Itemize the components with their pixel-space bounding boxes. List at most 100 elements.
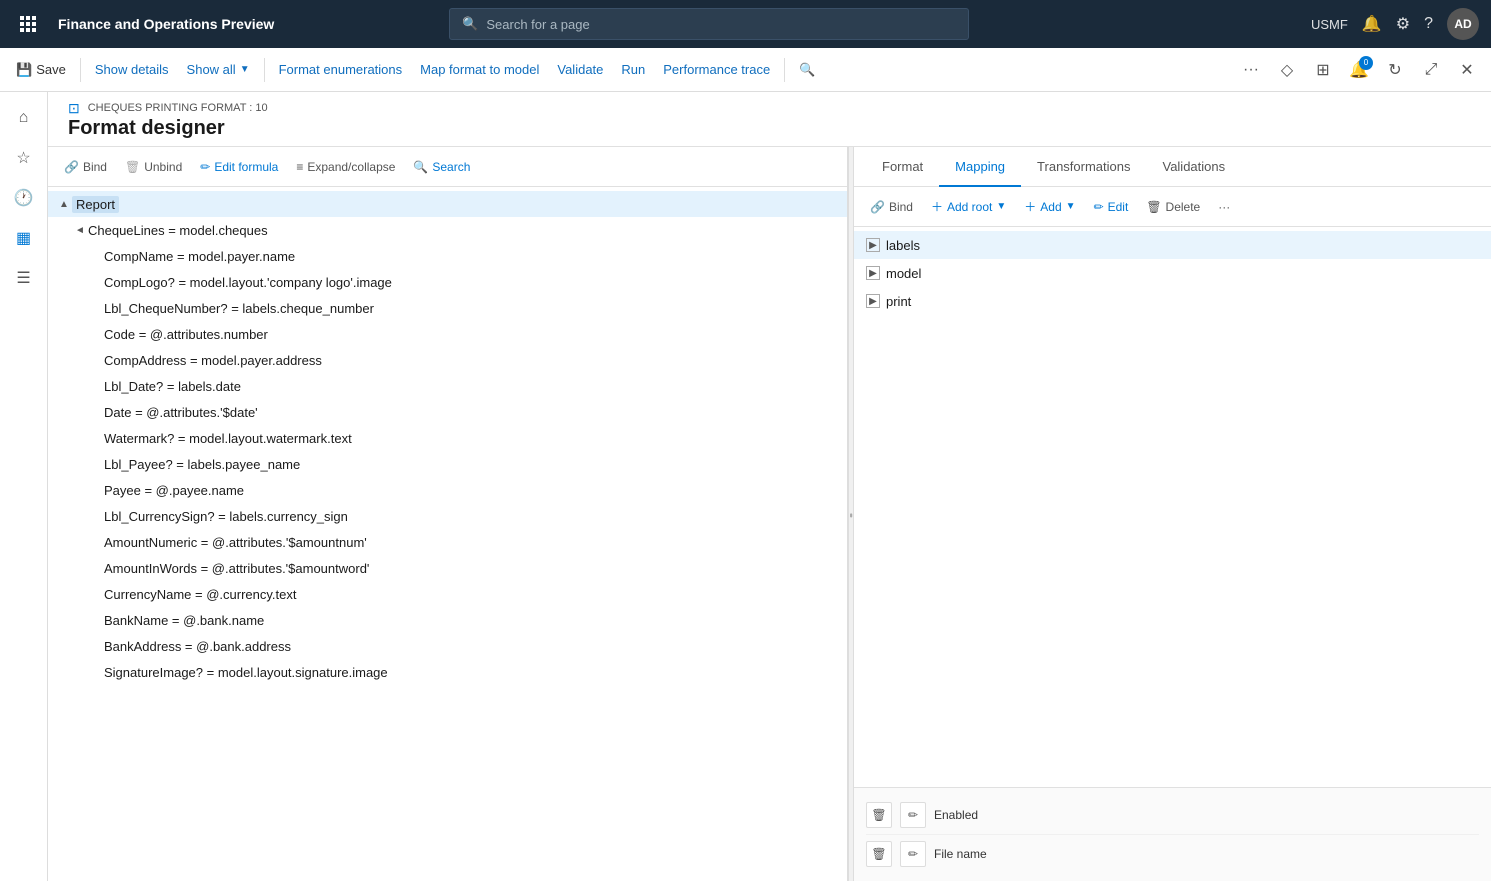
delete-filename-button[interactable]: 🗑: [866, 841, 892, 867]
more-options-icon[interactable]: ···: [1235, 54, 1267, 86]
validate-button[interactable]: Validate: [549, 54, 611, 86]
tree-label-amountNumeric: AmountNumeric = @.attributes.'$amountnum…: [104, 535, 367, 550]
split-icon[interactable]: ⊞: [1307, 54, 1339, 86]
add-root-button[interactable]: ＋ Add root ▼: [923, 193, 1014, 221]
more-button[interactable]: ···: [1210, 193, 1238, 221]
tree-toggle-lblChequeNumber: [88, 300, 104, 316]
expand-icon[interactable]: ⤢: [1415, 54, 1447, 86]
show-all-button[interactable]: Show all ▼: [179, 54, 258, 86]
tree-item-lblDate[interactable]: Lbl_Date? = labels.date: [48, 373, 847, 399]
ds-toggle-labels[interactable]: ▶: [866, 238, 880, 252]
tree-item-compLogo[interactable]: CompLogo? = model.layout.'company logo'.…: [48, 269, 847, 295]
add-button[interactable]: ＋ Add ▼: [1016, 193, 1083, 221]
tree-item-bankName[interactable]: BankName = @.bank.name: [48, 607, 847, 633]
left-panel: 🔗 Bind 🗑 Unbind ✏ Edit formula ≡ Expand/…: [48, 147, 848, 881]
search-icon: 🔍: [462, 16, 478, 32]
datasource-tree: ▶ labels ▶ model ▶ print: [854, 227, 1491, 787]
tree-label-amountInWords: AmountInWords = @.attributes.'$amountwor…: [104, 561, 369, 576]
tab-mapping[interactable]: Mapping: [939, 147, 1021, 187]
filename-label: File name: [934, 847, 987, 861]
help-icon[interactable]: ?: [1424, 15, 1433, 33]
sidebar-item-calendar[interactable]: ▦: [6, 220, 42, 256]
tree-item-chequeLines[interactable]: ◄ ChequeLines = model.cheques: [48, 217, 847, 243]
sidebar-item-home[interactable]: ⌂: [6, 100, 42, 136]
tree-item-report[interactable]: ▲ Report: [48, 191, 847, 217]
tab-validations[interactable]: Validations: [1146, 147, 1241, 187]
tree-item-date[interactable]: Date = @.attributes.'$date': [48, 399, 847, 425]
notification-count: 0: [1359, 56, 1373, 70]
notification-toolbar-icon[interactable]: 🔔 0: [1343, 54, 1375, 86]
sidebar-item-favorites[interactable]: ☆: [6, 140, 42, 176]
tree-item-currencyName[interactable]: CurrencyName = @.currency.text: [48, 581, 847, 607]
settings-icon[interactable]: ⚙: [1396, 14, 1410, 34]
ds-item-model[interactable]: ▶ model: [854, 259, 1491, 287]
tree-toggle-report[interactable]: ▲: [56, 196, 72, 212]
search-panel-button[interactable]: 🔍 Search: [405, 153, 478, 181]
expand-collapse-button[interactable]: ≡ Expand/collapse: [288, 153, 403, 181]
sidebar-item-recent[interactable]: 🕐: [6, 180, 42, 216]
edit-enabled-button[interactable]: ✏: [900, 802, 926, 828]
tab-format[interactable]: Format: [866, 147, 939, 187]
avatar[interactable]: AD: [1447, 8, 1479, 40]
tree-toggle-amountNumeric: [88, 534, 104, 550]
page-title: Format designer: [68, 117, 1471, 140]
tree-item-compName[interactable]: CompName = model.payer.name: [48, 243, 847, 269]
tree-toggle-lblCurrencySign: [88, 508, 104, 524]
run-button[interactable]: Run: [613, 54, 653, 86]
tree-item-compAddress[interactable]: CompAddress = model.payer.address: [48, 347, 847, 373]
page-header: ⊡ CHEQUES PRINTING FORMAT : 10 Format de…: [48, 92, 1491, 147]
tree-toggle-bankName: [88, 612, 104, 628]
edit-icon: ✏: [1094, 200, 1104, 214]
ds-item-labels[interactable]: ▶ labels: [854, 231, 1491, 259]
tree-item-amountNumeric[interactable]: AmountNumeric = @.attributes.'$amountnum…: [48, 529, 847, 555]
grid-icon[interactable]: [12, 8, 44, 40]
tree-item-lblPayee[interactable]: Lbl_Payee? = labels.payee_name: [48, 451, 847, 477]
tree-item-code[interactable]: Code = @.attributes.number: [48, 321, 847, 347]
search-bar[interactable]: 🔍 Search for a page: [449, 8, 969, 40]
app-title: Finance and Operations Preview: [58, 16, 274, 32]
close-toolbar-icon[interactable]: ✕: [1451, 54, 1483, 86]
tree-item-amountInWords[interactable]: AmountInWords = @.attributes.'$amountwor…: [48, 555, 847, 581]
save-button[interactable]: 💾 Save: [8, 54, 74, 86]
bind-button[interactable]: 🔗 Bind: [56, 153, 115, 181]
content-area: ⊡ CHEQUES PRINTING FORMAT : 10 Format de…: [48, 92, 1491, 881]
format-enumerations-button[interactable]: Format enumerations: [271, 54, 411, 86]
pencil-icon: ✏: [200, 160, 210, 174]
tree-label-lblPayee: Lbl_Payee? = labels.payee_name: [104, 457, 300, 472]
diamond-icon[interactable]: ◇: [1271, 54, 1303, 86]
ds-item-print[interactable]: ▶ print: [854, 287, 1491, 315]
unbind-button[interactable]: 🗑 Unbind: [117, 153, 190, 181]
tree-item-payee[interactable]: Payee = @.payee.name: [48, 477, 847, 503]
enabled-label: Enabled: [934, 808, 978, 822]
tree-item-signatureImage[interactable]: SignatureImage? = model.layout.signature…: [48, 659, 847, 685]
main-layout: ⌂ ☆ 🕐 ▦ ☰ ⊡ CHEQUES PRINTING FORMAT : 10…: [0, 92, 1491, 881]
delete-enabled-button[interactable]: 🗑: [866, 802, 892, 828]
delete-button[interactable]: 🗑 Delete: [1138, 193, 1208, 221]
tree-item-lblChequeNumber[interactable]: Lbl_ChequeNumber? = labels.cheque_number: [48, 295, 847, 321]
edit-button[interactable]: ✏ Edit: [1086, 193, 1137, 221]
tree-item-watermark[interactable]: Watermark? = model.layout.watermark.text: [48, 425, 847, 451]
tree-item-bankAddress[interactable]: BankAddress = @.bank.address: [48, 633, 847, 659]
sidebar-item-list[interactable]: ☰: [6, 260, 42, 296]
map-format-button[interactable]: Map format to model: [412, 54, 547, 86]
performance-trace-button[interactable]: Performance trace: [655, 54, 778, 86]
tree-item-lblCurrencySign[interactable]: Lbl_CurrencySign? = labels.currency_sign: [48, 503, 847, 529]
refresh-icon[interactable]: ↻: [1379, 54, 1411, 86]
tab-transformations[interactable]: Transformations: [1021, 147, 1146, 187]
search-icon-button[interactable]: 🔍: [791, 54, 823, 86]
edit-formula-button[interactable]: ✏ Edit formula: [192, 153, 286, 181]
ds-toggle-print[interactable]: ▶: [866, 294, 880, 308]
tree-label-compLogo: CompLogo? = model.layout.'company logo'.…: [104, 275, 392, 290]
more-icon: ···: [1218, 200, 1230, 214]
bind-icon: 🔗: [64, 160, 79, 174]
filter-icon[interactable]: ⊡: [68, 100, 80, 117]
tree-label-compAddress: CompAddress = model.payer.address: [104, 353, 322, 368]
format-tree: ▲ Report ◄ ChequeLines = model.cheques C…: [48, 187, 847, 881]
tree-toggle-chequeLines[interactable]: ◄: [72, 222, 88, 238]
ds-toggle-model[interactable]: ▶: [866, 266, 880, 280]
notification-icon[interactable]: 🔔: [1362, 14, 1382, 34]
tree-toggle-lblPayee: [88, 456, 104, 472]
rpanel-bind-button[interactable]: 🔗 Bind: [862, 193, 921, 221]
edit-filename-button[interactable]: ✏: [900, 841, 926, 867]
show-details-button[interactable]: Show details: [87, 54, 177, 86]
